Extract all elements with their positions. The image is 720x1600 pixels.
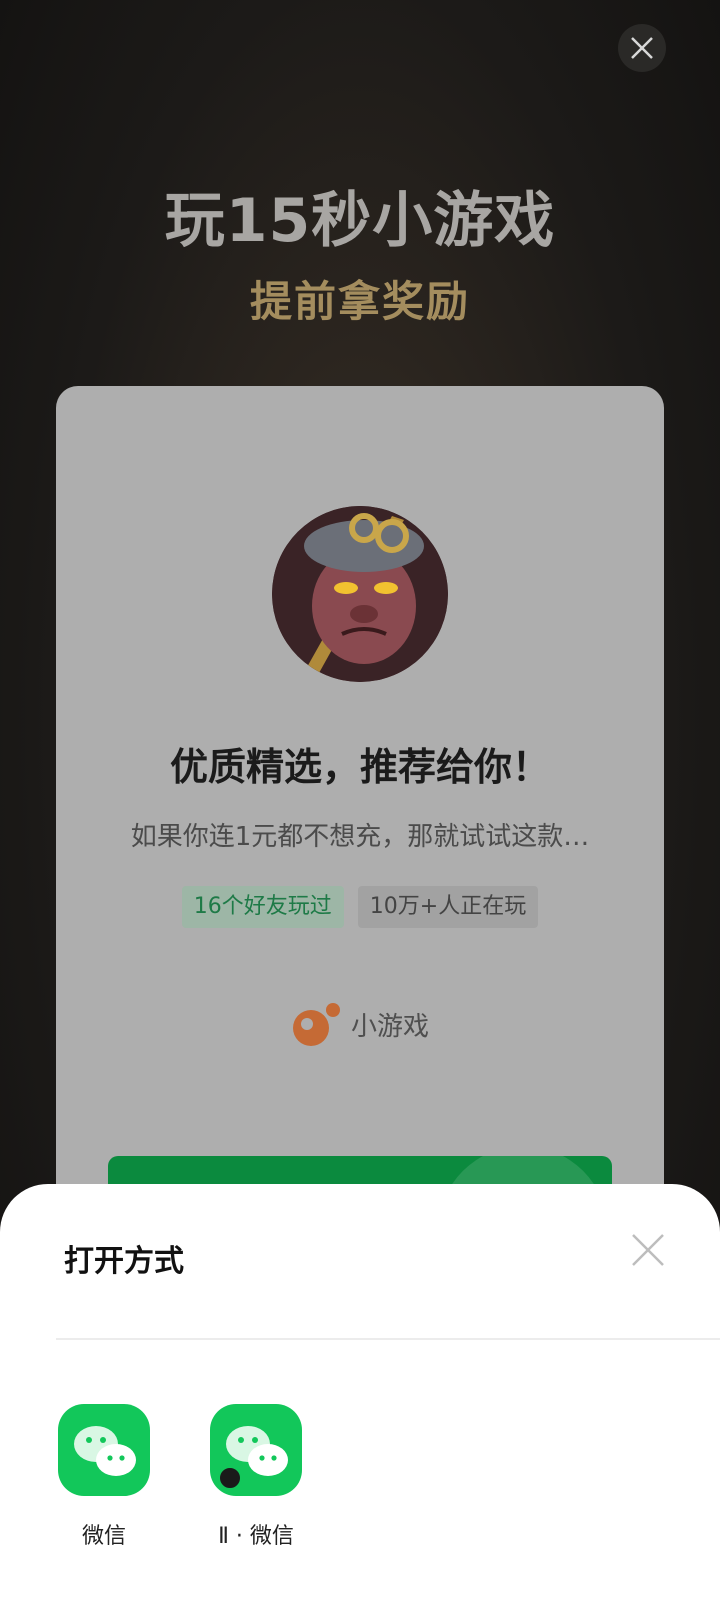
- game-card[interactable]: 优质精选，推荐给你！ 如果你连1元都不想充，那就试试这款… 16个好友玩过 10…: [56, 386, 664, 1246]
- wechat-icon: [58, 1404, 150, 1496]
- sheet-close-button[interactable]: [630, 1232, 666, 1268]
- close-icon: [632, 1234, 664, 1266]
- players-count-tag: 10万+人正在玩: [357, 886, 539, 928]
- friends-played-tag: 16个好友玩过: [181, 886, 344, 928]
- app-option-wechat[interactable]: 微信: [49, 1404, 159, 1550]
- open-with-sheet: 打开方式 微信 Ⅱ · 微信: [0, 1184, 720, 1600]
- card-description: 如果你连1元都不想充，那就试试这款…: [130, 822, 590, 852]
- game-avatar: [272, 506, 448, 682]
- close-popup-button[interactable]: [618, 24, 666, 72]
- card-title: 优质精选，推荐给你！: [169, 745, 550, 789]
- sheet-divider: [56, 1338, 720, 1340]
- promo-subheadline: 提前拿奖励: [249, 277, 470, 326]
- app-label-wechat: 微信: [81, 1524, 126, 1549]
- app-label-wechat-clone: Ⅱ · 微信: [218, 1524, 294, 1549]
- brand-label: 小游戏: [350, 1011, 429, 1042]
- mini-game-brand: 小游戏: [56, 1000, 664, 1048]
- mini-game-logo-icon: [292, 1003, 340, 1046]
- sheet-title: 打开方式: [64, 1244, 184, 1279]
- close-icon: [631, 37, 653, 59]
- clone-badge-icon: [218, 1466, 242, 1490]
- tag-row: 16个好友玩过 10万+人正在玩: [56, 886, 664, 928]
- promo-headline: 玩15秒小游戏: [164, 186, 556, 256]
- wechat-clone-icon: [210, 1404, 302, 1496]
- app-option-wechat-clone[interactable]: Ⅱ · 微信: [201, 1404, 311, 1550]
